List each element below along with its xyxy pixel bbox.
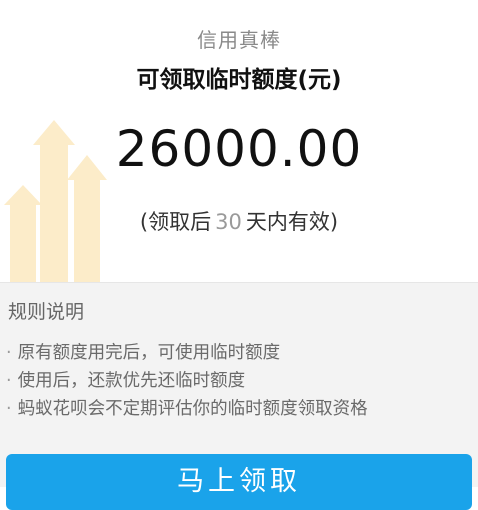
rules-title: 规则说明: [8, 301, 85, 323]
rule-text: 使用后，还款优先还临时额度: [17, 371, 246, 391]
page-title: 可领取临时额度(元): [136, 67, 342, 93]
credit-praise-text: 信用真棒: [197, 28, 281, 52]
bullet-dot: ·: [6, 399, 12, 419]
rule-item: · 蚂蚁花呗会不定期评估你的临时额度领取资格: [6, 395, 368, 423]
bullet-dot: ·: [6, 343, 12, 363]
validity-suffix: 天内有效): [245, 210, 339, 234]
temporary-credit-amount: 26000.00: [115, 120, 363, 178]
rule-text: 原有额度用完后，可使用临时额度: [17, 343, 281, 363]
rule-item: · 使用后，还款优先还临时额度: [6, 367, 368, 395]
claim-now-button[interactable]: 马上领取: [6, 454, 472, 510]
rules-list: · 原有额度用完后，可使用临时额度 · 使用后，还款优先还临时额度 · 蚂蚁花呗会不定…: [6, 339, 368, 423]
validity-days: 30: [215, 210, 242, 234]
validity-prefix: (领取后: [139, 210, 212, 234]
bullet-dot: ·: [6, 371, 12, 391]
validity-note: (领取后 30 天内有效): [0, 206, 478, 236]
credit-card-panel: 信用真棒 可领取临时额度(元) 26000.00 (领取后 30 天内有效): [0, 0, 478, 282]
rule-item: · 原有额度用完后，可使用临时额度: [6, 339, 368, 367]
rule-text: 蚂蚁花呗会不定期评估你的临时额度领取资格: [17, 399, 368, 419]
